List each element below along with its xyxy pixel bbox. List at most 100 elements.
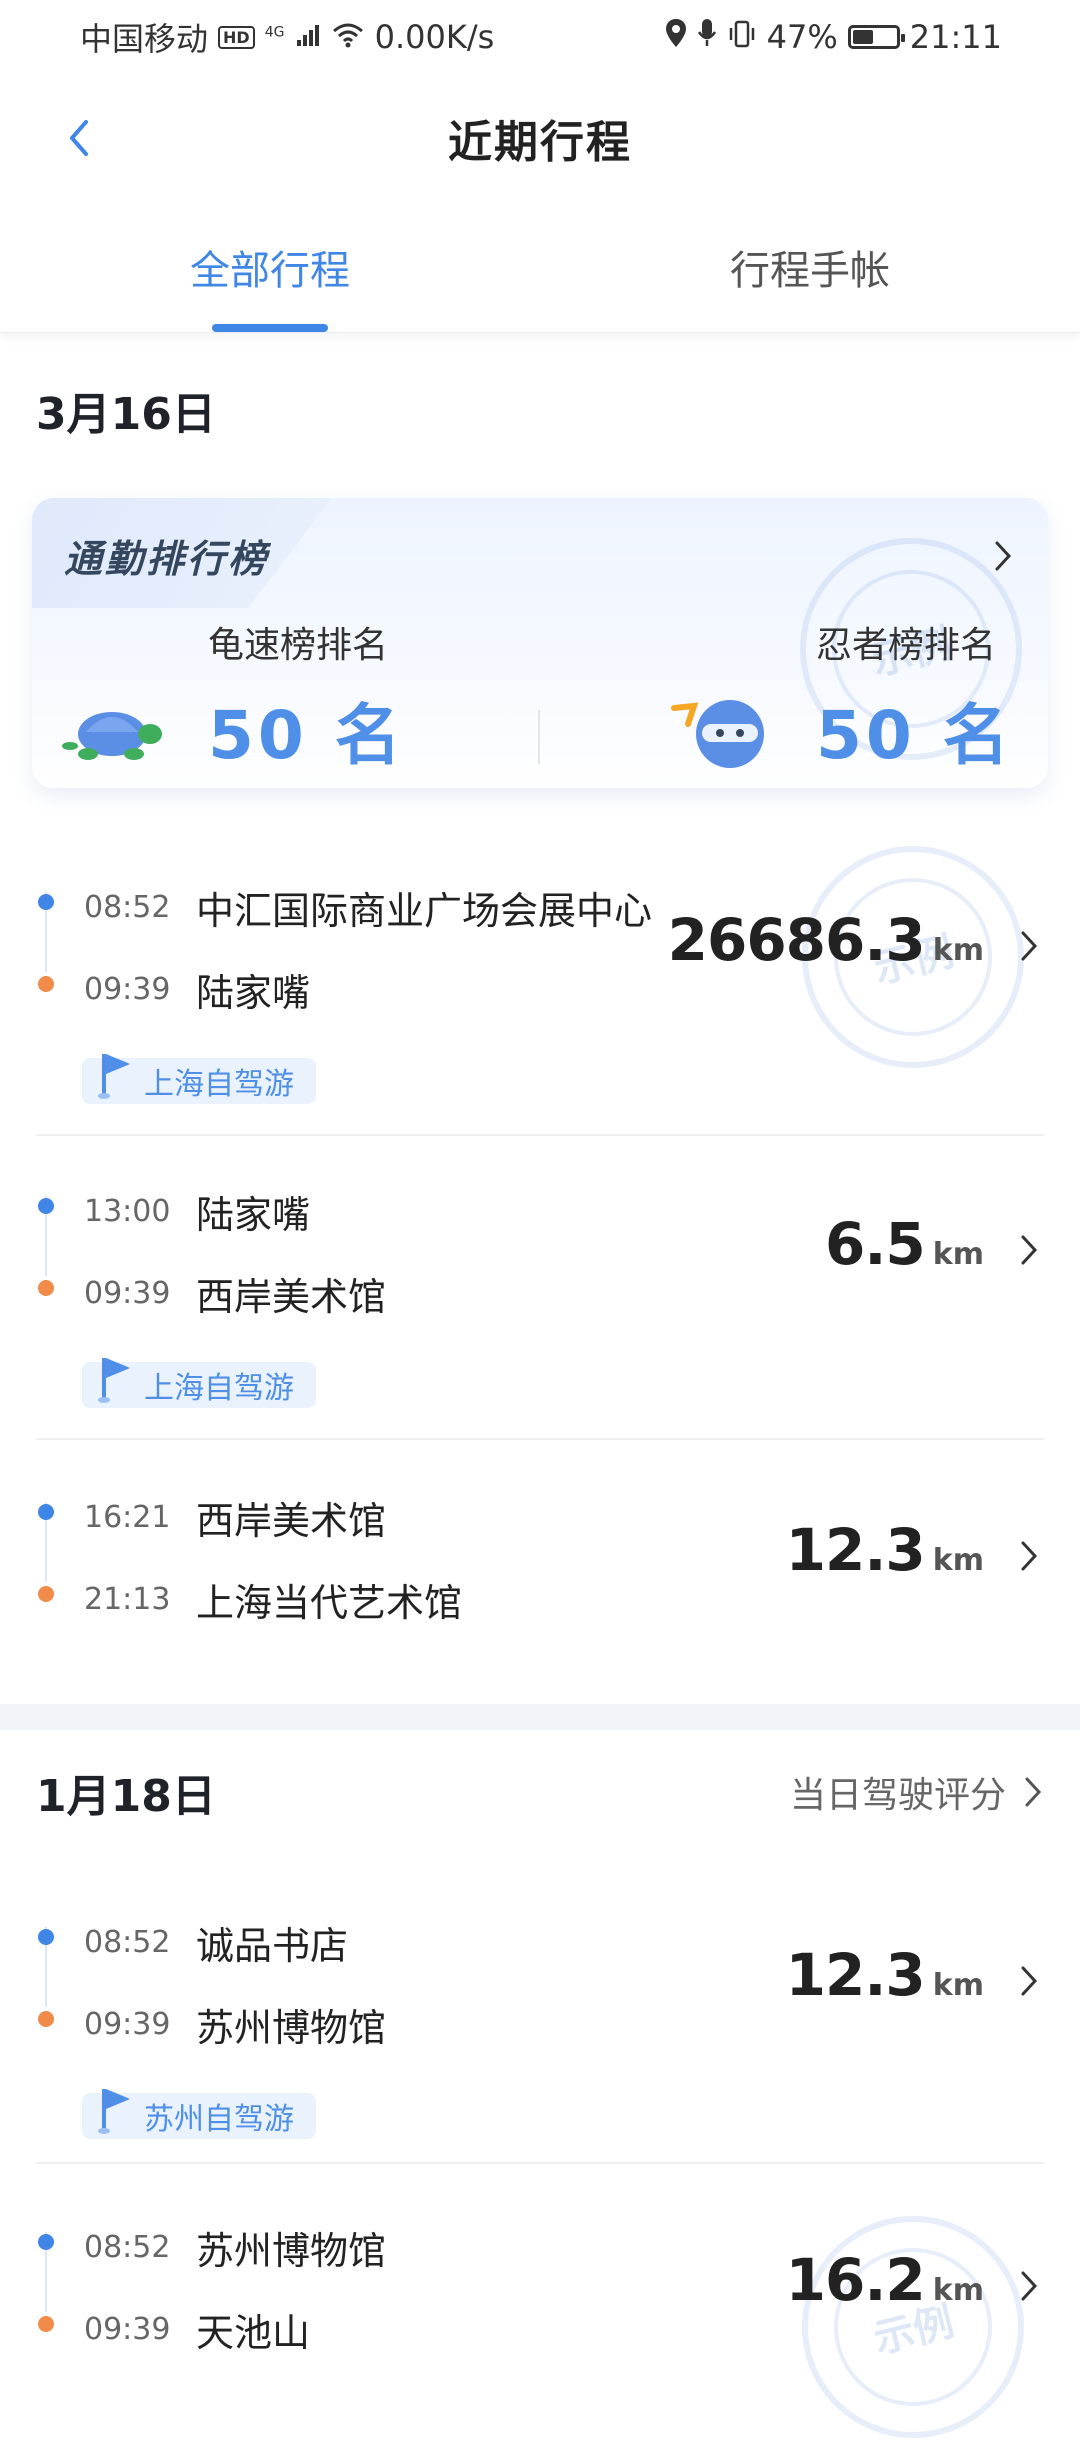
end-dot	[38, 2011, 54, 2027]
slow-rank: 龟速榜排名 50 名	[208, 616, 405, 778]
end-dot	[38, 1280, 54, 1296]
section-gap	[0, 1704, 1080, 1730]
end-time: 21:13	[84, 1582, 171, 1617]
location-icon	[665, 18, 687, 56]
tab-active-indicator	[212, 324, 328, 332]
trip-end: 09:39 陆家嘴	[84, 962, 310, 1017]
distance-value: 12.3	[785, 1941, 926, 2009]
signal-icon: 4G	[265, 18, 321, 56]
commute-ranking-card[interactable]: 通勤排行榜 示例 龟速榜排名 50 名 忍者榜排名 50 名	[32, 498, 1048, 788]
start-time: 16:21	[84, 1500, 171, 1535]
distance-value: 26686.3	[667, 906, 926, 974]
section-header: 3月16日	[36, 378, 1044, 442]
status-right: 47% 21:11	[665, 18, 1002, 56]
flag-icon	[96, 2085, 136, 2145]
trip-start: 16:21 西岸美术馆	[84, 1490, 386, 1545]
tab-label: 全部行程	[190, 248, 350, 294]
start-place: 西岸美术馆	[196, 1499, 387, 1543]
start-dot	[38, 1504, 54, 1520]
chevron-right-icon	[1018, 1963, 1040, 2003]
distance-value: 6.5	[825, 1210, 926, 1278]
tag-label: 上海自驾游	[144, 1067, 294, 1102]
trip-distance: 6.5 km	[825, 1210, 984, 1278]
vibrate-icon	[727, 18, 757, 56]
trip-distance: 12.3 km	[786, 1941, 984, 2009]
trip-start: 13:00 陆家嘴	[84, 1184, 310, 1239]
end-time: 09:39	[84, 1276, 171, 1311]
end-dot	[38, 1586, 54, 1602]
tag-label: 苏州自驾游	[144, 2102, 294, 2137]
end-dot	[38, 2316, 54, 2332]
start-time: 08:52	[84, 2230, 171, 2265]
trip-item[interactable]: 13:00 陆家嘴 09:39 西岸美术馆 6.5 km 上海自驾游	[36, 1174, 1044, 1414]
carrier-label: 中国移动	[80, 20, 209, 58]
battery-percent: 47%	[766, 18, 838, 56]
score-link-label: 当日驾驶评分	[789, 1775, 1006, 1816]
daily-driving-score-link[interactable]: 当日驾驶评分	[790, 1766, 1044, 1818]
start-time: 08:52	[84, 1925, 171, 1960]
chevron-right-icon	[1018, 928, 1040, 968]
end-place: 陆家嘴	[196, 971, 311, 1015]
tab-all-trips[interactable]: 全部行程	[0, 202, 540, 332]
distance-unit: km	[932, 2273, 984, 2308]
distance-unit: km	[932, 933, 984, 968]
trip-item[interactable]: 08:52 诚品书店 09:39 苏州博物馆 12.3 km 苏州自驾游	[36, 1905, 1044, 2145]
flag-icon	[96, 1354, 136, 1414]
end-time: 09:39	[84, 2007, 171, 2042]
trip-start: 08:52 苏州博物馆	[84, 2220, 386, 2275]
ranking-title: 通勤排行榜	[64, 537, 270, 581]
ninja-rank: 忍者榜排名 50 名	[816, 616, 1013, 778]
turtle-icon	[60, 694, 164, 766]
wifi-icon	[331, 18, 365, 56]
end-time: 09:39	[84, 972, 171, 1007]
tab-trip-journal[interactable]: 行程手帐	[540, 202, 1080, 332]
trip-end: 09:39 天池山	[84, 2302, 310, 2357]
chevron-right-icon	[1018, 1538, 1040, 1578]
start-place: 苏州博物馆	[196, 2229, 387, 2273]
start-time: 13:00	[84, 1194, 171, 1229]
divider	[36, 1438, 1044, 1440]
end-place: 上海当代艺术馆	[196, 1581, 463, 1625]
end-place: 西岸美术馆	[196, 1275, 387, 1319]
distance-value: 12.3	[785, 1516, 926, 1584]
divider	[36, 2162, 1044, 2164]
trip-item[interactable]: 08:52 苏州博物馆 09:39 天池山 示例 16.2 km	[36, 2192, 1048, 2462]
end-place: 苏州博物馆	[196, 2006, 387, 2050]
start-dot	[38, 1929, 54, 1945]
trip-end: 09:39 西岸美术馆	[84, 1266, 386, 1321]
tab-label: 行程手帐	[730, 248, 890, 294]
microphone-icon	[697, 18, 717, 56]
start-time: 08:52	[84, 890, 171, 925]
trip-item[interactable]: 08:52 中汇国际商业广场会展中心 09:39 陆家嘴 示例 26686.3 …	[36, 822, 1048, 1110]
ninja-rank-value: 50 名	[816, 697, 1013, 774]
section-date: 1月18日	[36, 1771, 216, 1822]
trip-distance: 16.2 km	[786, 2246, 984, 2314]
divider	[36, 1134, 1044, 1136]
section-header: 1月18日 当日驾驶评分	[36, 1760, 1044, 1824]
trip-distance: 12.3 km	[786, 1516, 984, 1584]
start-place: 中汇国际商业广场会展中心	[196, 889, 653, 933]
slow-rank-value: 50 名	[208, 697, 405, 774]
trip-tag[interactable]: 苏州自驾游	[82, 2089, 316, 2139]
trip-distance: 26686.3 km	[668, 906, 984, 974]
end-place: 天池山	[196, 2311, 311, 2355]
flag-icon	[96, 1050, 136, 1110]
page-title: 近期行程	[448, 117, 632, 168]
start-dot	[38, 894, 54, 910]
nav-bar: 近期行程	[0, 74, 1080, 202]
trip-item[interactable]: 16:21 西岸美术馆 21:13 上海当代艺术馆 12.3 km	[36, 1480, 1044, 1640]
ninja-rank-label: 忍者榜排名	[816, 625, 997, 666]
network-type: 4G	[264, 24, 285, 41]
tab-bar: 全部行程 行程手帐	[0, 202, 1080, 333]
trip-tag[interactable]: 上海自驾游	[82, 1054, 316, 1104]
end-dot	[38, 976, 54, 992]
start-place: 诚品书店	[196, 1924, 349, 1968]
stamp-watermark: 示例	[778, 2192, 1048, 2462]
trip-end: 21:13 上海当代艺术馆	[84, 1572, 462, 1627]
start-dot	[38, 1198, 54, 1214]
start-place: 陆家嘴	[196, 1193, 311, 1237]
trip-tag[interactable]: 上海自驾游	[82, 1358, 316, 1408]
chevron-right-icon	[1018, 2268, 1040, 2308]
distance-value: 16.2	[785, 2246, 926, 2314]
back-button[interactable]	[50, 110, 106, 166]
